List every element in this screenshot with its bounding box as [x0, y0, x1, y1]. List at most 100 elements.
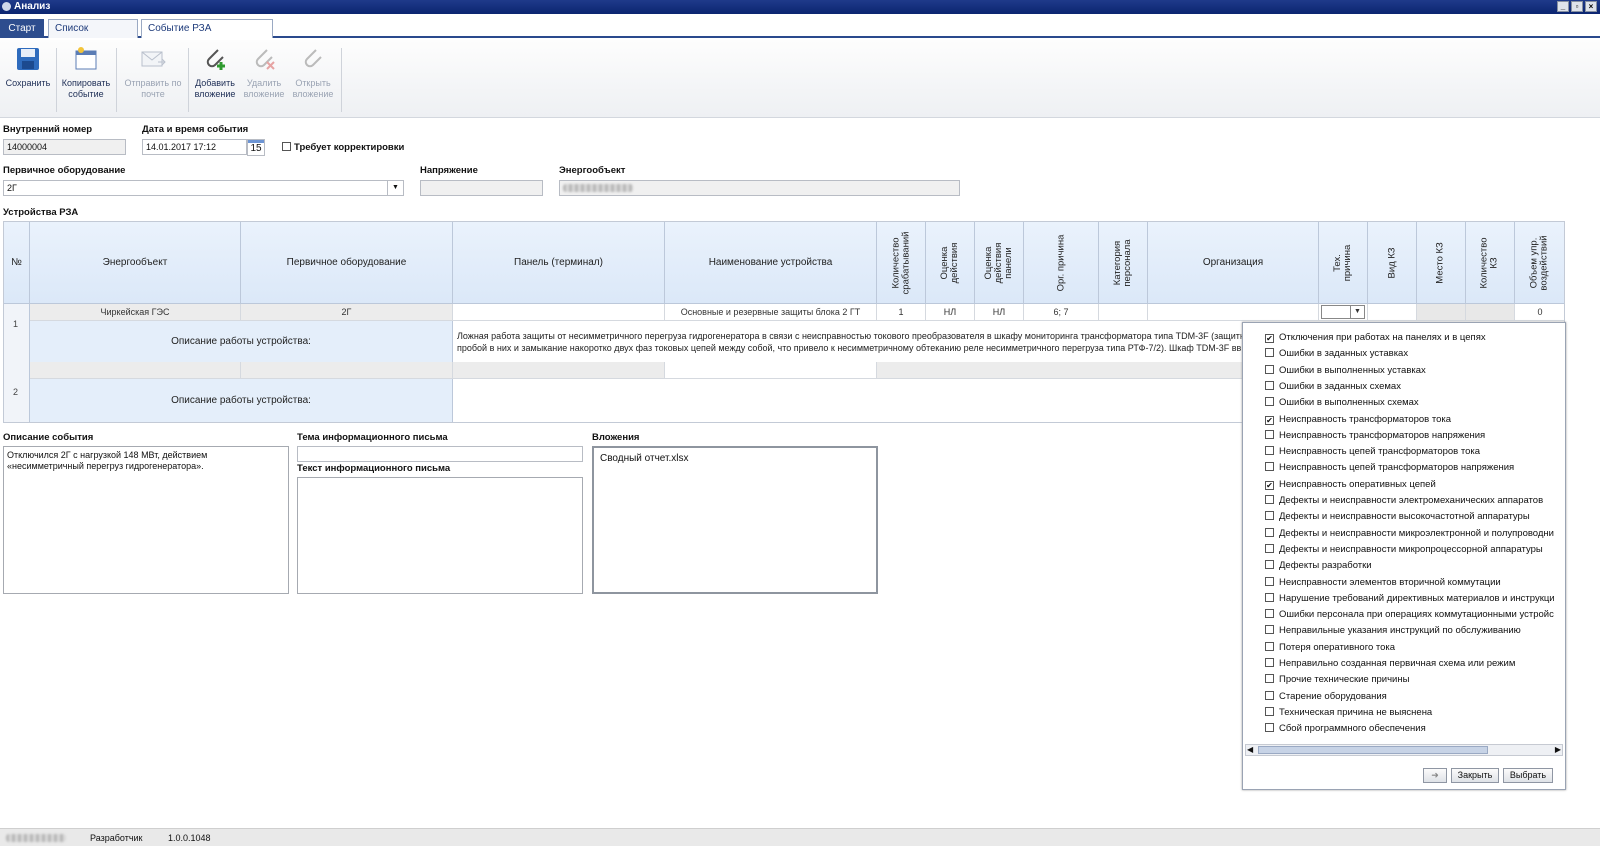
cell-panel[interactable] [453, 362, 665, 379]
add-attachment-button[interactable]: Добавить вложение [190, 46, 240, 100]
checkbox[interactable]: ✔ [1265, 334, 1274, 343]
col-header-personnel-category[interactable]: Категория персонала [1099, 222, 1148, 304]
cell-primary[interactable] [241, 362, 453, 379]
row-number[interactable]: 1 [4, 304, 30, 362]
checkbox[interactable] [1265, 380, 1274, 390]
tech-reason-option[interactable]: Дефекты разработки [1265, 559, 1563, 575]
col-header-panel[interactable]: Панель (терминал) [453, 222, 665, 304]
checkbox[interactable] [1265, 706, 1274, 716]
cell-volume[interactable]: 0 [1515, 304, 1564, 321]
cell-row2-rest[interactable] [877, 362, 1247, 379]
apply-arrow-button[interactable]: ➜ [1423, 768, 1447, 783]
event-desc-textarea[interactable]: Отключился 2Г с нагрузкой 148 МВт, дейст… [3, 446, 289, 594]
tech-reason-option[interactable]: Дефекты и неисправности высокочастотной … [1265, 510, 1563, 526]
tech-reason-option[interactable]: Неисправность цепей трансформаторов тока [1265, 445, 1563, 461]
tech-reason-option[interactable]: Сбой программного обеспечения [1265, 722, 1563, 738]
scroll-thumb[interactable] [1258, 746, 1488, 754]
row-number[interactable]: 2 [4, 362, 30, 422]
checkbox[interactable] [1265, 429, 1274, 439]
tech-reason-option[interactable]: Ошибки персонала при операциях коммутаци… [1265, 608, 1563, 624]
open-attachment-button[interactable]: Открыть вложение [288, 46, 338, 100]
tech-reason-option[interactable]: Неисправность цепей трансформаторов напр… [1265, 461, 1563, 477]
checkbox[interactable] [1265, 641, 1274, 651]
primary-equipment-select[interactable]: 2Г ▼ [3, 180, 404, 196]
save-button[interactable]: Сохранить [0, 46, 56, 89]
internal-number-field[interactable]: 14000004 [3, 139, 126, 155]
calendar-icon[interactable]: 15 [247, 139, 265, 156]
needs-fix-checkbox[interactable] [282, 142, 291, 151]
horizontal-scrollbar[interactable]: ◀ ▶ [1245, 744, 1563, 756]
checkbox[interactable] [1265, 446, 1274, 456]
col-header-primary[interactable]: Первичное оборудование [241, 222, 453, 304]
cell-kz-place[interactable] [1417, 304, 1466, 321]
checkbox[interactable] [1265, 348, 1274, 358]
info-topic-field[interactable] [297, 446, 583, 462]
tech-reason-option[interactable]: Ошибки в выполненных уставках [1265, 364, 1563, 380]
tech-reason-option[interactable]: Неправильные указания инструкций по обсл… [1265, 624, 1563, 640]
chevron-down-icon[interactable]: ▼ [1350, 306, 1364, 318]
checkbox[interactable] [1265, 495, 1274, 504]
checkbox[interactable] [1265, 511, 1274, 521]
checkbox[interactable] [1265, 527, 1274, 537]
col-header-tech-reason[interactable]: Тех. причина [1319, 222, 1368, 304]
checkbox[interactable] [1265, 462, 1274, 472]
checkbox[interactable] [1265, 609, 1274, 619]
checkbox[interactable] [1265, 658, 1274, 667]
col-header-organization[interactable]: Организация [1148, 222, 1319, 304]
tech-reason-option[interactable]: Нарушение требований директивных материа… [1265, 592, 1563, 608]
checkbox[interactable] [1265, 543, 1274, 553]
col-header-evaluation[interactable]: Оценка действия [926, 222, 975, 304]
tech-reason-option[interactable]: Неправильно созданная первичная схема ил… [1265, 657, 1563, 673]
cell-org-reason[interactable]: 6; 7 [1024, 304, 1099, 321]
scroll-left-icon[interactable]: ◀ [1247, 745, 1253, 754]
choose-button[interactable]: Выбрать [1503, 768, 1553, 783]
col-header-kz-count[interactable]: Количество КЗ [1466, 222, 1515, 304]
tech-reason-option[interactable]: Ошибки в заданных уставках [1265, 347, 1563, 363]
col-header-no[interactable]: № [4, 222, 30, 304]
copy-event-button[interactable]: Копировать событие [58, 46, 114, 100]
cell-evaluation[interactable]: НЛ [926, 304, 975, 321]
cell-energy-object[interactable] [30, 362, 241, 379]
cell-energy-object[interactable]: Чиркейская ГЭС [30, 304, 241, 321]
cell-device-name[interactable]: Основные и резервные защиты блока 2 ГТ [665, 304, 877, 321]
tech-reason-option[interactable]: Старение оборудования [1265, 690, 1563, 706]
voltage-field[interactable] [420, 180, 543, 196]
checkbox[interactable] [1265, 364, 1274, 374]
restore-button[interactable]: ▫ [1571, 1, 1583, 12]
checkbox[interactable] [1265, 625, 1274, 635]
cell-device-name[interactable] [665, 362, 877, 379]
tech-reason-option[interactable]: Дефекты и неисправности микроэлектронной… [1265, 527, 1563, 543]
col-header-device-name[interactable]: Наименование устройства [665, 222, 877, 304]
tab-start[interactable]: Старт [0, 19, 44, 38]
datetime-field[interactable]: 14.01.2017 17:12 [142, 139, 247, 155]
checkbox[interactable] [1265, 723, 1274, 733]
tech-reason-option[interactable]: Ошибки в заданных схемах [1265, 380, 1563, 396]
close-popup-button[interactable]: Закрыть [1451, 768, 1499, 783]
tech-reason-option[interactable]: Техническая причина не выяснена [1265, 706, 1563, 722]
tech-reason-option[interactable]: Дефекты и неисправности электромеханичес… [1265, 494, 1563, 510]
col-header-count[interactable]: Количество срабатываний [877, 222, 926, 304]
chevron-down-icon[interactable]: ▼ [387, 181, 403, 195]
checkbox[interactable]: ✔ [1265, 415, 1274, 425]
cell-kz-type[interactable] [1368, 304, 1417, 321]
scroll-right-icon[interactable]: ▶ [1555, 745, 1561, 754]
tech-reason-option[interactable]: Прочие технические причины [1265, 673, 1563, 689]
tech-reason-option[interactable]: ✔ Неисправность оперативных цепей [1265, 478, 1563, 494]
cell-panel-evaluation[interactable]: НЛ [975, 304, 1024, 321]
info-text-textarea[interactable] [297, 477, 583, 594]
checkbox[interactable] [1265, 674, 1274, 684]
tech-reason-option[interactable]: Ошибки в выполненных схемах [1265, 396, 1563, 412]
col-header-org-reason[interactable]: Орг. причина [1024, 222, 1099, 304]
tech-reason-option[interactable]: Потеря оперативного тока [1265, 641, 1563, 657]
col-header-kz-place[interactable]: Место КЗ [1417, 222, 1466, 304]
minimize-button[interactable]: _ [1557, 1, 1569, 12]
checkbox[interactable] [1265, 690, 1274, 700]
cell-primary[interactable]: 2Г [241, 304, 453, 321]
cell-organization[interactable] [1148, 304, 1319, 321]
send-mail-button[interactable]: Отправить по почте [122, 46, 184, 100]
tab-event[interactable]: Событие РЗА №14000004× [141, 19, 273, 52]
cell-panel[interactable] [453, 304, 665, 321]
tech-reason-option[interactable]: ✔ Неисправность трансформаторов тока [1265, 413, 1563, 429]
cell-tech-reason[interactable]: ▼ [1319, 304, 1368, 321]
col-header-energy-object[interactable]: Энергообъект [30, 222, 241, 304]
